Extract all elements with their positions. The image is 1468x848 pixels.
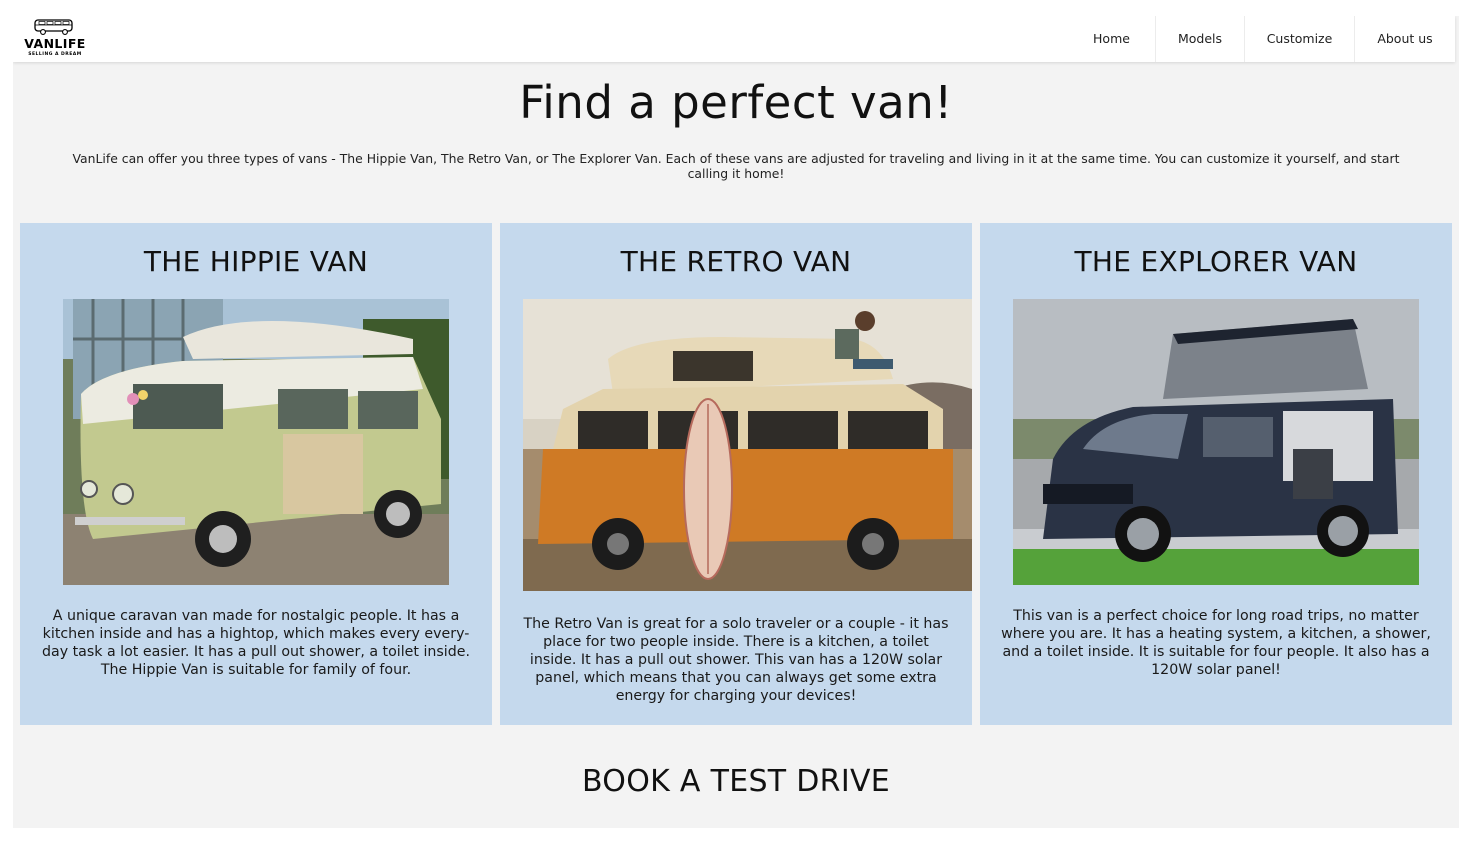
main-nav: Home Models Customize About us [1068,16,1455,62]
hippie-van-image [63,299,449,585]
explorer-van-image [1013,299,1419,585]
nav-about-us[interactable]: About us [1354,16,1455,62]
brand-tagline: SELLING A DREAM [28,52,82,57]
brand-logo[interactable]: VANLIFE SELLING A DREAM [17,18,93,60]
navbar: VANLIFE SELLING A DREAM Home Models Cust… [13,16,1455,62]
retro-van-image [523,299,972,591]
card-description: The Retro Van is great for a solo travel… [523,616,949,704]
card-description: This van is a perfect choice for long ro… [1001,608,1431,678]
van-logo-icon [34,19,73,35]
van-card-hippie: THE HIPPIE VAN A unique caravan van made… [20,223,492,725]
book-test-drive-heading: BOOK A TEST DRIVE [581,764,891,799]
card-title: THE EXPLORER VAN [1074,245,1358,278]
intro-text: VanLife can offer you three types of van… [72,151,1400,181]
nav-home[interactable]: Home [1068,16,1155,62]
card-title: THE HIPPIE VAN [143,245,369,278]
nav-models[interactable]: Models [1155,16,1244,62]
van-card-retro: THE RETRO VAN The Retro Van is great for… [500,223,972,725]
card-title: THE RETRO VAN [620,245,852,278]
card-description: A unique caravan van made for nostalgic … [42,608,470,678]
nav-customize[interactable]: Customize [1244,16,1354,62]
page: VANLIFE SELLING A DREAM Home Models Cust… [13,16,1459,828]
page-title: Find a perfect van! [519,76,953,129]
brand-name: VANLIFE [24,36,86,51]
van-card-explorer: THE EXPLORER VAN This van is a perfect c… [980,223,1452,725]
